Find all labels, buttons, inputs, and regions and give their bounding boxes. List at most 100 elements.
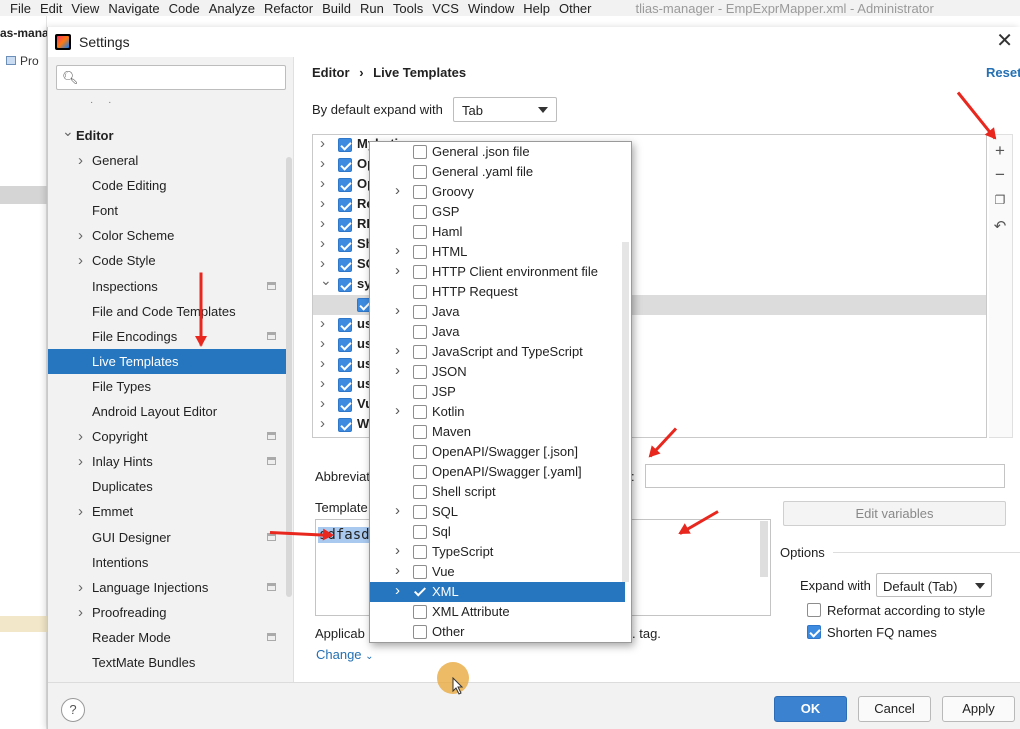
apply-button[interactable]: Apply (942, 696, 1015, 722)
context-item-checkbox[interactable] (413, 365, 427, 379)
menu-analyze[interactable]: Analyze (209, 1, 255, 16)
popup-scrollbar[interactable] (622, 242, 629, 582)
template-group-checkbox[interactable] (338, 218, 352, 232)
context-item-vue[interactable]: › Vue (370, 562, 625, 582)
context-item-html[interactable]: › HTML (370, 242, 625, 262)
context-item-checkbox[interactable] (413, 425, 427, 439)
context-item-gsp[interactable]: GSP (370, 202, 625, 222)
ok-button[interactable]: OK (774, 696, 847, 722)
template-text-scrollbar[interactable] (760, 521, 768, 577)
context-item-other[interactable]: Other (370, 622, 625, 642)
sidebar-item-general[interactable]: › General (48, 148, 286, 173)
undo-icon[interactable]: ↶ (989, 217, 1011, 235)
menu-refactor[interactable]: Refactor (264, 1, 313, 16)
context-item-checkbox[interactable] (413, 625, 427, 639)
context-item-sql[interactable]: › SQL (370, 502, 625, 522)
settings-search-input[interactable]: 🔍︎ (56, 65, 286, 90)
menu-window[interactable]: Window (468, 1, 514, 16)
sidebar-item-textmate-bundles[interactable]: TextMate Bundles (48, 650, 286, 675)
context-item-shell-script[interactable]: Shell script (370, 482, 625, 502)
help-button[interactable]: ? (61, 698, 85, 722)
context-item-kotlin[interactable]: › Kotlin (370, 402, 625, 422)
menu-file[interactable]: File (10, 1, 31, 16)
context-item-general-json-file[interactable]: General .json file (370, 142, 625, 162)
context-item-checkbox[interactable] (413, 305, 427, 319)
context-item-checkbox[interactable] (413, 485, 427, 499)
close-icon[interactable]: ✕ (996, 31, 1013, 51)
template-group-checkbox[interactable] (338, 318, 352, 332)
template-group-checkbox[interactable] (338, 358, 352, 372)
sidebar-item-inspections[interactable]: Inspections (48, 274, 286, 299)
sidebar-item-gui-designer[interactable]: GUI Designer (48, 525, 286, 550)
description-input[interactable] (645, 464, 1005, 488)
template-group-checkbox[interactable] (338, 398, 352, 412)
checkmark-icon[interactable] (413, 585, 427, 599)
sidebar-item-emmet[interactable]: › Emmet (48, 499, 286, 524)
context-item-checkbox[interactable] (413, 505, 427, 519)
template-group-checkbox[interactable] (338, 418, 352, 432)
context-item-checkbox[interactable] (413, 145, 427, 159)
context-item-openapi-swagger-yaml[interactable]: OpenAPI/Swagger [.yaml] (370, 462, 625, 482)
context-item-typescript[interactable]: › TypeScript (370, 542, 625, 562)
context-item-groovy[interactable]: › Groovy (370, 182, 625, 202)
template-group-checkbox[interactable] (338, 338, 352, 352)
sidebar-item-code-editing[interactable]: Code Editing (48, 173, 286, 198)
context-item-http-client-environment-file[interactable]: › HTTP Client environment file (370, 262, 625, 282)
context-item-xml-attribute[interactable]: XML Attribute (370, 602, 625, 622)
context-item-checkbox[interactable] (413, 525, 427, 539)
context-item-checkbox[interactable] (413, 465, 427, 479)
plus-icon[interactable]: + (989, 141, 1011, 161)
context-item-checkbox[interactable] (413, 325, 427, 339)
context-item-json[interactable]: › JSON (370, 362, 625, 382)
context-item-checkbox[interactable] (413, 165, 427, 179)
context-item-maven[interactable]: Maven (370, 422, 625, 442)
sidebar-item-color-scheme[interactable]: › Color Scheme (48, 223, 286, 248)
menu-build[interactable]: Build (322, 1, 351, 16)
context-item-checkbox[interactable] (413, 265, 427, 279)
context-item-checkbox[interactable] (413, 245, 427, 259)
sidebar-item-file-encodings[interactable]: File Encodings (48, 324, 286, 349)
template-group-checkbox[interactable] (338, 378, 352, 392)
sidebar-item-file-types[interactable]: File Types (48, 374, 286, 399)
template-group-checkbox[interactable] (338, 198, 352, 212)
context-item-javascript-and-typescript[interactable]: › JavaScript and TypeScript (370, 342, 625, 362)
menu-help[interactable]: Help (523, 1, 550, 16)
reformat-checkbox[interactable] (807, 603, 821, 617)
expand-default-select[interactable]: Tab (453, 97, 557, 122)
context-item-checkbox[interactable] (413, 205, 427, 219)
minus-icon[interactable]: − (989, 165, 1011, 185)
context-item-checkbox[interactable] (413, 565, 427, 579)
change-link[interactable]: Change ⌄ (316, 647, 374, 662)
context-item-java[interactable]: Java (370, 322, 625, 342)
project-tab[interactable]: Pro (6, 54, 39, 68)
sidebar-item-file-and-code-templates[interactable]: File and Code Templates (48, 299, 286, 324)
context-item-xml[interactable]: › XML (370, 582, 625, 602)
sidebar-item-copyright[interactable]: › Copyright (48, 424, 286, 449)
menu-view[interactable]: View (71, 1, 99, 16)
template-group-checkbox[interactable] (338, 178, 352, 192)
sidebar-item-language-injections[interactable]: › Language Injections (48, 575, 286, 600)
template-group-checkbox[interactable] (338, 138, 352, 152)
menu-navigate[interactable]: Navigate (108, 1, 159, 16)
context-item-checkbox[interactable] (413, 405, 427, 419)
sidebar-item-intentions[interactable]: Intentions (48, 550, 286, 575)
context-item-checkbox[interactable] (413, 345, 427, 359)
template-group-checkbox[interactable] (338, 278, 352, 292)
reset-link[interactable]: Reset (986, 65, 1020, 80)
sidebar-item-code-style[interactable]: › Code Style (48, 248, 286, 273)
menu-vcs[interactable]: VCS (432, 1, 459, 16)
sidebar-item-duplicates[interactable]: Duplicates (48, 474, 286, 499)
menu-code[interactable]: Code (169, 1, 200, 16)
context-item-http-request[interactable]: HTTP Request (370, 282, 625, 302)
context-item-checkbox[interactable] (413, 545, 427, 559)
sidebar-item-live-templates[interactable]: Live Templates (48, 348, 286, 374)
context-item-checkbox[interactable] (413, 605, 427, 619)
context-item-general-yaml-file[interactable]: General .yaml file (370, 162, 625, 182)
context-item-java[interactable]: › Java (370, 302, 625, 322)
sidebar-item-android-layout-editor[interactable]: Android Layout Editor (48, 399, 286, 424)
sidebar-item-reader-mode[interactable]: Reader Mode (48, 625, 286, 650)
context-item-openapi-swagger-json[interactable]: OpenAPI/Swagger [.json] (370, 442, 625, 462)
shorten-fq-checkbox[interactable] (807, 625, 821, 639)
menu-run[interactable]: Run (360, 1, 384, 16)
expand-with-select[interactable]: Default (Tab) (876, 573, 992, 597)
